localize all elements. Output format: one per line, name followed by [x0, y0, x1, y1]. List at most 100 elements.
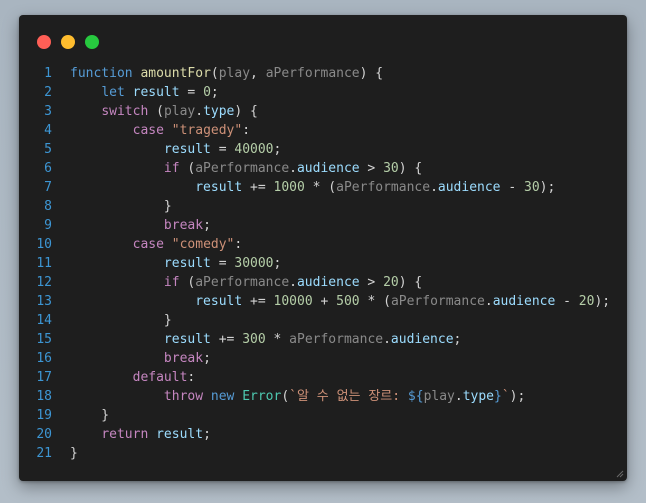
code-token: ( — [148, 104, 164, 119]
code-line: 4 case "tragedy": — [19, 121, 627, 140]
maximize-button[interactable] — [85, 35, 99, 49]
code-line: 5 result = 40000; — [19, 140, 627, 159]
code-token: result — [163, 142, 211, 157]
code-text: case "tragedy": — [70, 121, 627, 140]
code-token: 300 — [242, 332, 266, 347]
code-token: . — [430, 180, 438, 195]
code-token: play — [163, 104, 196, 119]
line-number: 5 — [44, 142, 52, 157]
code-line: 10 case "comedy": — [19, 235, 627, 254]
code-line: 11 result = 30000; — [19, 254, 627, 273]
code-token: 500 — [336, 294, 360, 309]
code-token: += — [242, 294, 274, 309]
code-text: case "comedy": — [70, 235, 627, 254]
code-token: aPerformance — [195, 161, 290, 176]
code-window: 1 function amountFor(play, aPerformance) … — [19, 15, 627, 481]
code-text: result += 1000 * (aPerformance.audience … — [70, 178, 627, 197]
line-number: 14 — [36, 313, 52, 328]
code-token: 20 — [383, 275, 399, 290]
code-token: - — [555, 294, 579, 309]
code-line: 16 break; — [19, 349, 627, 368]
code-text: let result = 0; — [70, 83, 627, 102]
code-text: } — [70, 406, 627, 425]
code-token: > — [359, 275, 384, 290]
line-number: 9 — [44, 218, 52, 233]
code-block: 1 function amountFor(play, aPerformance) … — [19, 64, 627, 463]
code-token: ); — [594, 294, 611, 309]
close-button[interactable] — [37, 35, 51, 49]
line-number: 20 — [36, 427, 52, 442]
code-text: if (aPerformance.audience > 30) { — [70, 159, 627, 178]
code-token: ; — [203, 218, 211, 233]
code-line: 17 default: — [19, 368, 627, 387]
line-number: 10 — [36, 237, 52, 252]
code-token: . — [484, 294, 493, 309]
code-token: break — [163, 218, 204, 233]
code-token: * ( — [304, 180, 337, 195]
resize-grip-icon[interactable] — [616, 470, 624, 478]
code-token: 40000 — [234, 142, 274, 157]
code-token: += — [210, 332, 243, 347]
code-token: ) { — [234, 104, 258, 119]
code-token: if — [163, 275, 180, 290]
code-token: break — [163, 351, 204, 366]
code-line: 2 let result = 0; — [19, 83, 627, 102]
code-line: 14 } — [19, 311, 627, 330]
line-number: 21 — [36, 446, 52, 461]
code-text: } — [70, 444, 627, 463]
code-token: result — [163, 332, 211, 347]
code-token: ); — [509, 389, 526, 404]
line-number: 12 — [36, 275, 52, 290]
line-number: 16 — [36, 351, 52, 366]
code-token: result — [163, 256, 211, 271]
code-token: : — [242, 123, 251, 138]
code-token: ; — [210, 85, 219, 100]
code-token: aPerformance — [195, 275, 290, 290]
code-text: result += 300 * aPerformance.audience; — [70, 330, 627, 349]
code-token: audience — [437, 180, 501, 195]
code-token: ( — [179, 275, 196, 290]
code-token: ` — [501, 389, 510, 404]
code-token: switch — [101, 104, 149, 119]
code-token: case — [132, 123, 164, 138]
code-line: 13 result += 10000 + 500 * (aPerformance… — [19, 292, 627, 311]
code-token: ); — [539, 180, 556, 195]
code-token: Error — [242, 389, 282, 404]
code-token: play — [218, 66, 251, 81]
code-line: 1 function amountFor(play, aPerformance) … — [19, 64, 627, 83]
code-token: . — [195, 104, 204, 119]
code-token: 30 — [383, 161, 399, 176]
code-line: 18 throw new Error(`알 수 없는 장르: ${play.ty… — [19, 387, 627, 406]
code-token: "comedy" — [171, 237, 235, 252]
code-token: : — [187, 370, 196, 385]
code-token: 1000 — [273, 180, 305, 195]
code-token: , — [250, 66, 266, 81]
code-token: - — [500, 180, 524, 195]
code-token: `알 수 없는 장르: — [289, 389, 408, 404]
line-number: 11 — [36, 256, 52, 271]
code-token: ( — [179, 161, 196, 176]
code-token: type — [462, 389, 495, 404]
code-token: ) { — [398, 161, 423, 176]
line-number: 1 — [44, 66, 52, 81]
minimize-button[interactable] — [61, 35, 75, 49]
code-token: * — [265, 332, 290, 347]
code-text: function amountFor(play, aPerformance) { — [70, 64, 627, 83]
code-token: aPerformance — [336, 180, 431, 195]
